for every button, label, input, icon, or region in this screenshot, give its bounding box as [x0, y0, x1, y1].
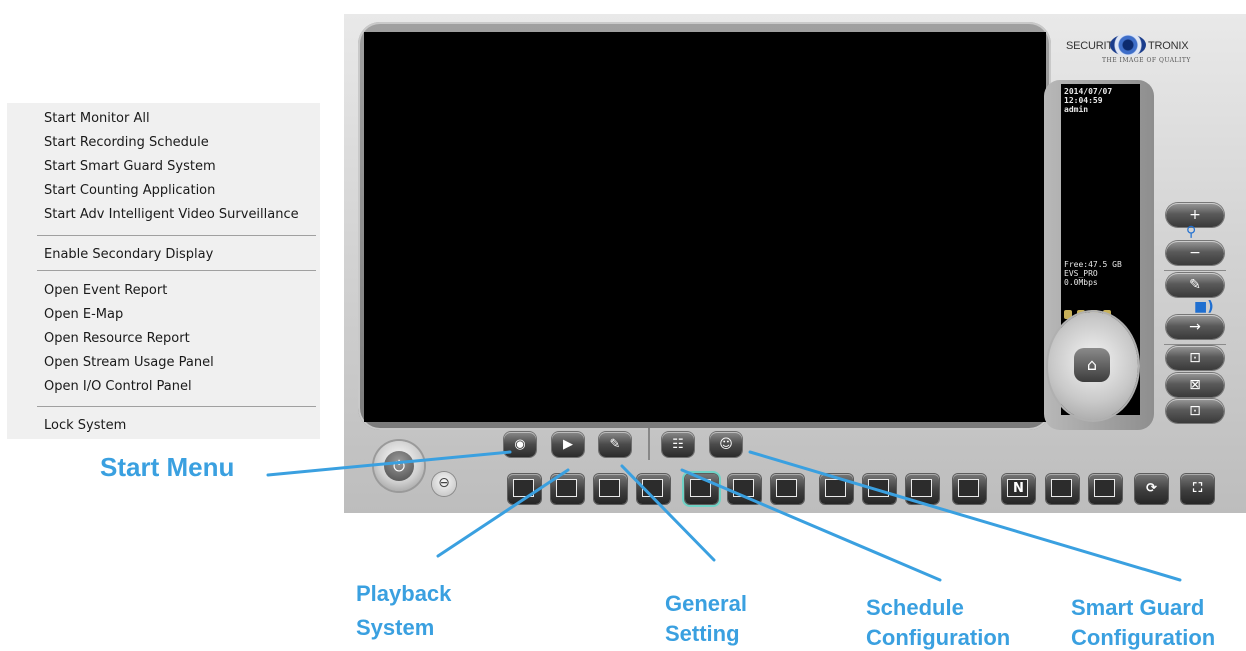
callout-line-smart-guard	[748, 450, 1182, 582]
callout-schedule-line1: Schedule	[866, 595, 964, 620]
callout-line-start-menu	[266, 450, 512, 477]
callout-smartguard-line2: Configuration	[1071, 625, 1216, 650]
callout-general-line2: Setting	[665, 621, 740, 646]
callout-general-line1: General	[665, 591, 747, 616]
callout-lines	[266, 450, 1182, 582]
callout-playback-line2: System	[356, 615, 435, 640]
callout-playback-line1: Playback	[356, 581, 452, 606]
callout-start-menu: Start Menu	[100, 452, 235, 482]
callout-line-playback	[436, 468, 570, 558]
callout-schedule-line2: Configuration	[866, 625, 1011, 650]
callout-line-general	[620, 464, 716, 562]
callout-line-schedule	[680, 468, 942, 582]
callout-smartguard-line1: Smart Guard	[1071, 595, 1205, 620]
